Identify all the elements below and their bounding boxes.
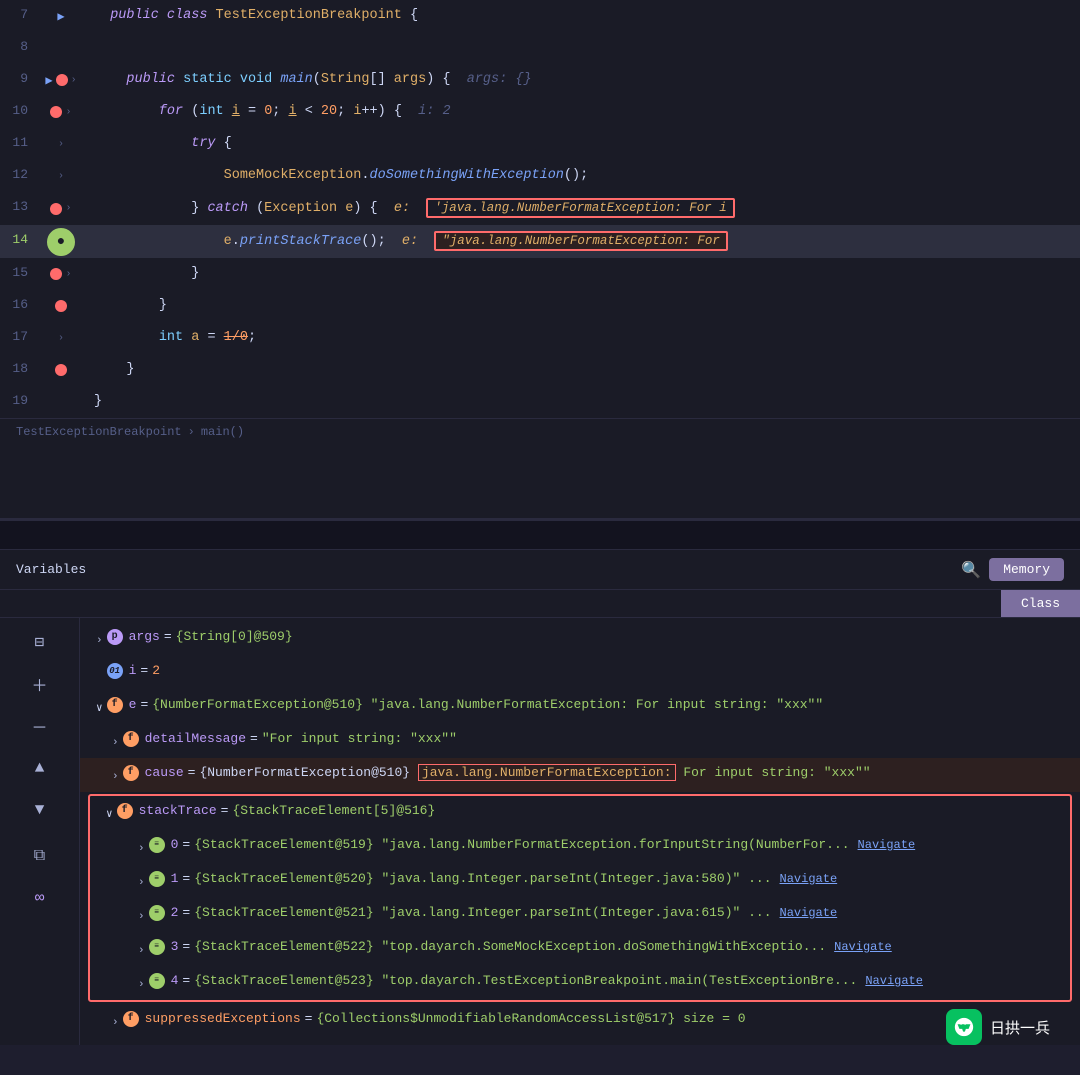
badge-st1: ≡ [149, 871, 165, 887]
variables-list: › p args={String[0]@509} › 01 i=2 ∨ f e=… [80, 618, 1080, 1045]
badge-detail: f [123, 731, 139, 747]
code-line-10: 10 › for (int i = 0; i < 20; i++) { i: 2 [0, 96, 1080, 128]
badge-st2: ≡ [149, 905, 165, 921]
debug-sidebar: ⊟ ＋ － ▲ ▼ ⧉ ∞ [0, 618, 80, 1045]
navigate-st2[interactable]: Navigate [780, 902, 838, 924]
var-e[interactable]: ∨ f e={NumberFormatException@510} "java.… [80, 690, 1080, 724]
tab-class[interactable]: Class [1001, 590, 1080, 617]
expand-arrow-st3: › [138, 940, 145, 962]
badge-st4: ≡ [149, 973, 165, 989]
expand-arrow-st0: › [138, 838, 145, 860]
search-icon[interactable]: 🔍 [961, 560, 981, 580]
down-icon[interactable]: ▼ [24, 794, 56, 826]
var-st0[interactable]: › ≡ 0={StackTraceElement@519} "java.lang… [90, 830, 1070, 864]
exception-hint-14: "java.lang.NumberFormatException: For [434, 231, 728, 251]
expand-arrow-st4: › [138, 974, 145, 996]
badge-st0: ≡ [149, 837, 165, 853]
filter-icon[interactable]: ⊟ [24, 626, 56, 658]
breadcrumb: TestExceptionBreakpoint › main() [0, 418, 1080, 445]
var-detailMessage[interactable]: › f detailMessage="For input string: "xx… [80, 724, 1080, 758]
fold-10: › [65, 107, 71, 118]
code-line-18: 18 } [0, 354, 1080, 386]
breadcrumb-sep: › [188, 425, 195, 439]
code-line-14: 14 ● e.printStackTrace(); e: "java.lang.… [0, 225, 1080, 258]
breakpoint-16[interactable] [55, 300, 67, 312]
watermark-text: 日拱一兵 [990, 1017, 1050, 1038]
expand-arrow-e: ∨ [96, 698, 103, 720]
code-line-9: 9 ▶ › public static void main(String[] a… [0, 64, 1080, 96]
panel-divider [0, 520, 1080, 550]
badge-cause: f [123, 765, 139, 781]
stack-trace-box: ∨ f stackTrace={StackTraceElement[5]@516… [88, 794, 1072, 1002]
badge-args: p [107, 629, 123, 645]
add-icon[interactable]: ＋ [24, 668, 56, 700]
fold-9: › [71, 75, 77, 86]
eye-icon[interactable]: ∞ [24, 882, 56, 914]
code-line-13: 13 › } catch (Exception e) { e: 'java.la… [0, 192, 1080, 225]
breakpoint-15[interactable] [50, 268, 62, 280]
navigate-st3[interactable]: Navigate [834, 936, 892, 958]
expand-arrow-st: ∨ [106, 804, 113, 826]
run-arrow-9: ▶ [45, 73, 52, 88]
copy-icon[interactable]: ⧉ [24, 840, 56, 872]
exception-hint-13: 'java.lang.NumberFormatException: For i [426, 198, 735, 218]
watermark: 日拱一兵 [946, 1009, 1050, 1045]
navigate-st0[interactable]: Navigate [858, 834, 916, 856]
minus-icon[interactable]: － [24, 710, 56, 742]
expand-arrow-args: › [96, 630, 103, 652]
code-line-19: 19 } [0, 386, 1080, 418]
expand-arrow-detail: › [112, 732, 119, 754]
badge-st3: ≡ [149, 939, 165, 955]
tab-memory[interactable]: Memory [989, 558, 1064, 581]
code-line-12: 12 › SomeMockException.doSomethingWithEx… [0, 160, 1080, 192]
breadcrumb-method: main() [201, 425, 244, 439]
var-cause[interactable]: › f cause={NumberFormatException@510} ja… [80, 758, 1080, 792]
var-st4[interactable]: › ≡ 4={StackTraceElement@523} "top.dayar… [90, 966, 1070, 1000]
code-editor: 7 ▶ public class TestExceptionBreakpoint… [0, 0, 1080, 520]
var-i[interactable]: › 01 i=2 [80, 656, 1080, 690]
var-stackTrace[interactable]: ∨ f stackTrace={StackTraceElement[5]@516… [90, 796, 1070, 830]
breakpoint-18[interactable] [55, 364, 67, 376]
wechat-icon [946, 1009, 982, 1045]
breakpoint-9[interactable] [56, 74, 68, 86]
debug-variables-main: › p args={String[0]@509} › 01 i=2 ∨ f e=… [80, 618, 1080, 1045]
breakpoint-10[interactable] [50, 106, 62, 118]
expand-arrow-suppressed: › [112, 1012, 119, 1034]
badge-e: f [107, 697, 123, 713]
current-line-indicator: ● [47, 228, 75, 256]
navigate-st1[interactable]: Navigate [780, 868, 838, 890]
code-line-11: 11 › try { [0, 128, 1080, 160]
debug-header: Variables 🔍 Memory [0, 550, 1080, 590]
up-icon[interactable]: ▲ [24, 752, 56, 784]
code-line-17: 17 › int a = 1/0; [0, 322, 1080, 354]
var-args[interactable]: › p args={String[0]@509} [80, 622, 1080, 656]
debug-content: ⊟ ＋ － ▲ ▼ ⧉ ∞ › p args={String[0]@509} ›… [0, 618, 1080, 1045]
var-st2[interactable]: › ≡ 2={StackTraceElement@521} "java.lang… [90, 898, 1070, 932]
code-line-15: 15 › } [0, 258, 1080, 290]
var-st3[interactable]: › ≡ 3={StackTraceElement@522} "top.dayar… [90, 932, 1070, 966]
code-line-7: 7 ▶ public class TestExceptionBreakpoint… [0, 0, 1080, 32]
breadcrumb-file: TestExceptionBreakpoint [16, 425, 182, 439]
badge-st: f [117, 803, 133, 819]
debug-panel: Variables 🔍 Memory Class ⊟ ＋ － ▲ ▼ ⧉ ∞ › [0, 550, 1080, 1045]
expand-arrow-st2: › [138, 906, 145, 928]
breakpoint-13[interactable] [50, 203, 62, 215]
expand-arrow-cause: › [112, 766, 119, 788]
run-arrow-icon: ▶ [57, 9, 64, 24]
badge-i: 01 [107, 663, 123, 679]
code-line-8: 8 [0, 32, 1080, 64]
var-st1[interactable]: › ≡ 1={StackTraceElement@520} "java.lang… [90, 864, 1070, 898]
var-suppressed[interactable]: › f suppressedExceptions={Collections$Un… [80, 1004, 1080, 1038]
debug-subheader: Class [0, 590, 1080, 618]
tab-variables[interactable]: Variables [16, 558, 86, 581]
navigate-st4[interactable]: Navigate [865, 970, 923, 992]
expand-arrow-st1: › [138, 872, 145, 894]
badge-suppressed: f [123, 1011, 139, 1027]
code-line-16: 16 } [0, 290, 1080, 322]
